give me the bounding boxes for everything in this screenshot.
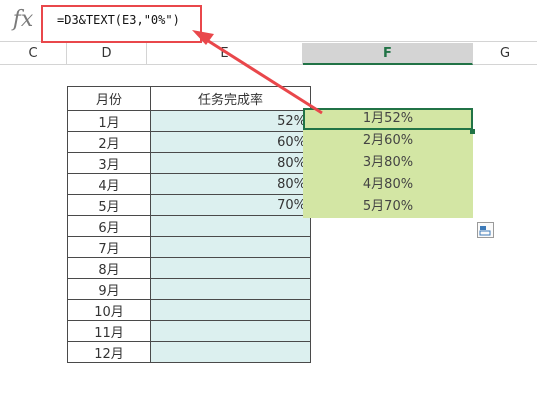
pointer-arrow <box>192 30 323 115</box>
